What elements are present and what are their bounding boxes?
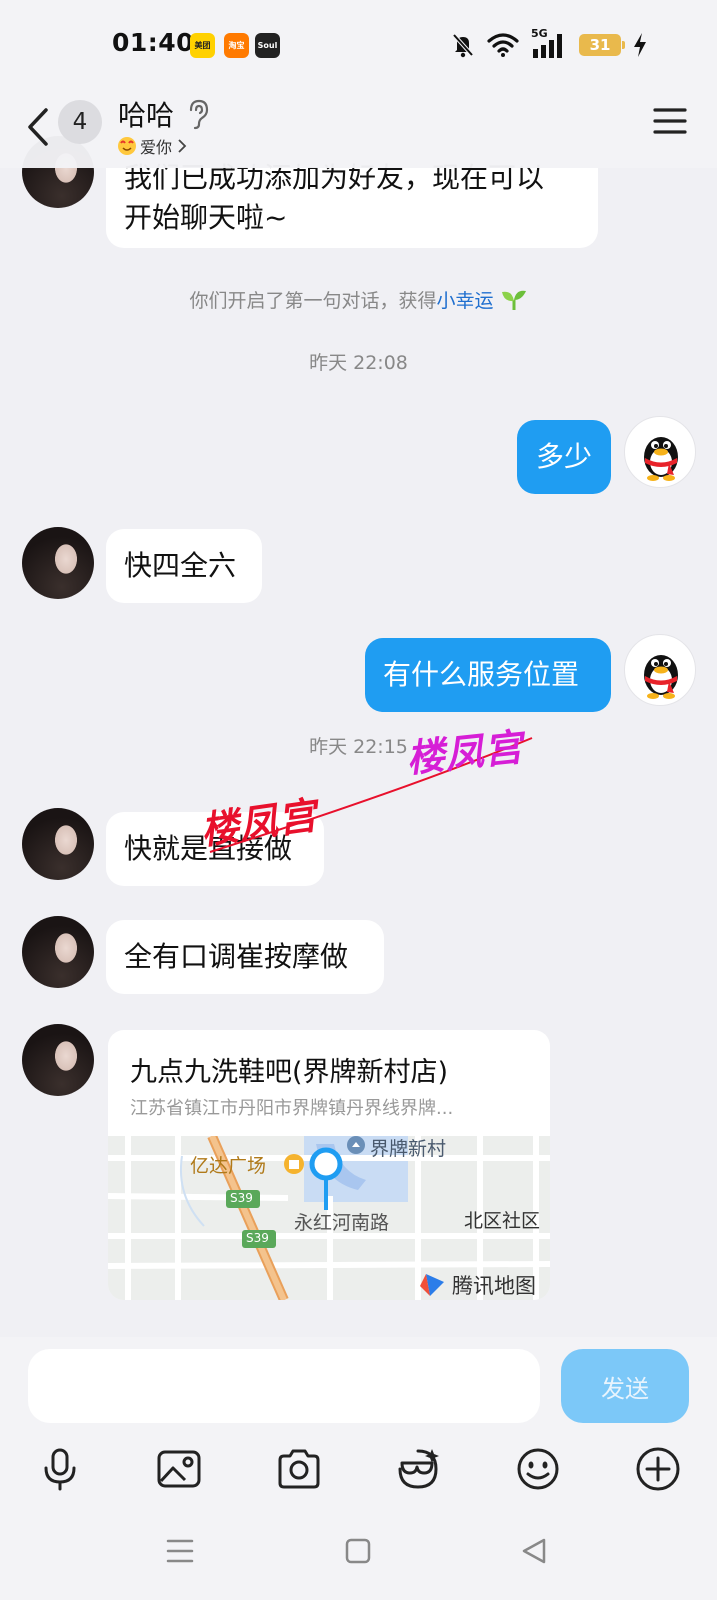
cellular-signal-icon: 5G (531, 27, 567, 59)
back-arrow-icon[interactable] (22, 104, 52, 150)
qq-penguin-icon (644, 437, 678, 481)
charging-icon (634, 33, 646, 57)
lucky-link[interactable]: 小幸运 (436, 290, 493, 312)
map-highway-label: S39 (246, 1231, 269, 1245)
contact-avatar[interactable] (22, 527, 94, 599)
status-icons: 5G 31 (451, 27, 647, 60)
map-area-label: 北区社区 (464, 1210, 541, 1232)
message-text: 全有口调崔按摩做 (124, 940, 349, 973)
recent-apps-icon[interactable] (162, 1533, 198, 1569)
ear-icon[interactable] (186, 98, 210, 130)
map-highway-label: S39 (230, 1191, 253, 1205)
plus-icon[interactable] (634, 1445, 682, 1493)
battery-icon: 31 (579, 34, 625, 56)
back-icon[interactable] (516, 1533, 552, 1569)
soul-app-icon: Soul (255, 33, 280, 58)
watermark-text: 楼凤宫 (404, 724, 526, 781)
system-notice: 你们开启了第一句对话，获得小幸运 (0, 286, 717, 313)
meituan-app-icon: 美团 (190, 33, 215, 58)
sprout-icon (501, 290, 526, 310)
camera-icon[interactable] (275, 1445, 323, 1493)
contact-avatar[interactable] (22, 916, 94, 988)
location-title: 九点九洗鞋吧(界牌新村店) (130, 1057, 449, 1088)
message-bubble-outgoing[interactable]: 多少 (517, 420, 611, 494)
location-card[interactable]: 九点九洗鞋吧(界牌新村店) 江苏省镇江市丹阳市界牌镇丹界线界牌... 亿达广场 … (108, 1030, 550, 1300)
message-bubble-incoming[interactable]: 全有口调崔按摩做 (106, 920, 384, 994)
message-text: 快四全六 (124, 549, 237, 582)
menu-icon[interactable] (653, 106, 687, 136)
message-text: 多少 (535, 440, 592, 473)
chat-header: 4 哈哈 爱你 (0, 92, 717, 168)
mute-bell-icon (452, 33, 474, 58)
qq-penguin-icon (644, 655, 678, 699)
status-time: 01:40 (112, 28, 195, 57)
chat-message-list[interactable]: 我们已成功添加为好友，现在可以 开始聊天啦~ 你们开启了第一句对话，获得小幸运 … (0, 92, 717, 1337)
map-poi-label: 界牌新村 (370, 1138, 447, 1160)
wifi-icon (487, 33, 519, 57)
status-bar: 01:40 美团 淘宝 Soul 5G 31 (0, 0, 717, 92)
taobao-app-icon: 淘宝 (224, 33, 249, 58)
chevron-right-icon (178, 139, 187, 153)
message-text: 开始聊天啦~ (124, 201, 288, 234)
map-poi-label: 亿达广场 (190, 1155, 267, 1177)
contact-status-text: 爱你 (140, 138, 173, 157)
message-bubble-incoming[interactable]: 快四全六 (106, 529, 262, 603)
message-text: 有什么服务位置 (383, 658, 580, 691)
emoji-icon[interactable] (514, 1445, 562, 1493)
contact-status[interactable]: 爱你 (118, 134, 188, 158)
system-notice-text: 你们开启了第一句对话，获得 (189, 290, 437, 312)
unread-count-badge[interactable]: 4 (58, 100, 102, 144)
input-bar: 发送 (0, 1337, 717, 1600)
send-button[interactable]: 发送 (561, 1349, 689, 1423)
map-road-label: 永红河南路 (294, 1212, 390, 1234)
home-icon[interactable] (340, 1533, 376, 1569)
timestamp: 昨天 22:15 (309, 736, 408, 758)
sticker-icon[interactable] (394, 1445, 442, 1493)
message-bubble-outgoing[interactable]: 有什么服务位置 (365, 638, 611, 712)
contact-avatar[interactable] (22, 1024, 94, 1096)
love-face-icon (118, 137, 136, 155)
location-address: 江苏省镇江市丹阳市界牌镇丹界线界牌... (130, 1098, 454, 1119)
my-avatar[interactable] (624, 416, 696, 488)
map-provider-label: 腾讯地图 (452, 1274, 536, 1298)
message-input[interactable] (28, 1349, 540, 1423)
location-map[interactable]: 亿达广场 界牌新村 永红河南路 北区社区 S39 S39 腾讯地图 (108, 1136, 550, 1300)
contact-avatar[interactable] (22, 808, 94, 880)
image-icon[interactable] (155, 1445, 203, 1493)
timestamp: 昨天 22:08 (309, 352, 408, 374)
contact-name[interactable]: 哈哈 (118, 94, 174, 134)
microphone-icon[interactable] (36, 1445, 84, 1493)
my-avatar[interactable] (624, 634, 696, 706)
